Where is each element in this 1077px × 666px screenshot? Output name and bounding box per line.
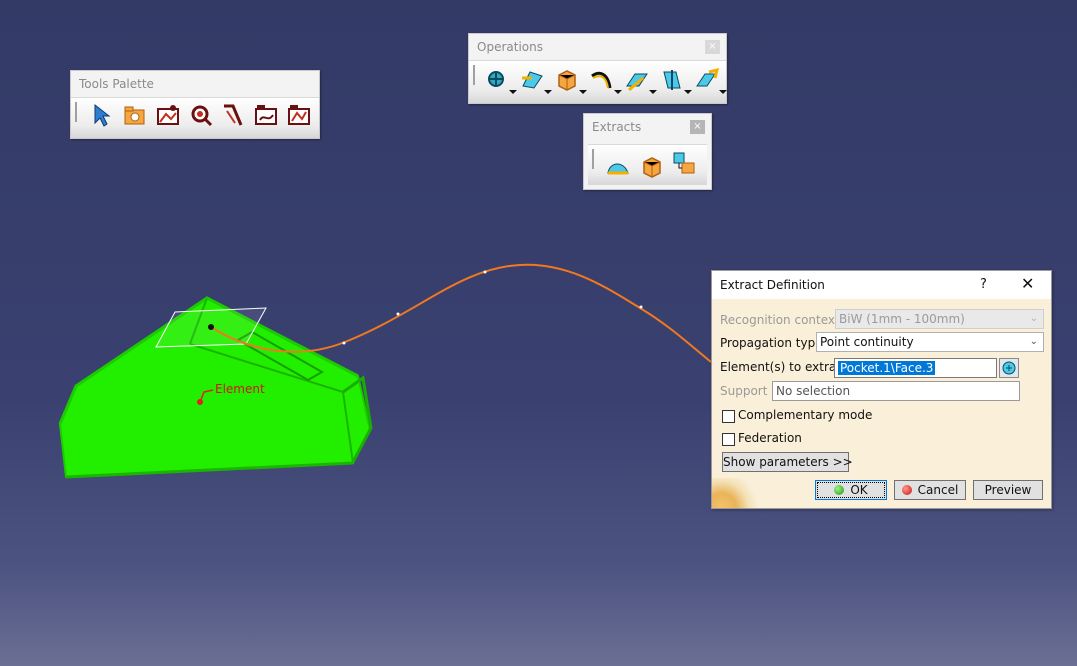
element-label: Element [215, 382, 265, 396]
multiple-extract-icon[interactable] [670, 149, 698, 177]
ok-button[interactable]: OK [815, 480, 887, 500]
curve-feature-icon[interactable] [285, 101, 313, 129]
recognition-context-label: Recognition context: [720, 313, 844, 327]
ok-label: OK [850, 483, 868, 497]
help-icon[interactable]: ? [980, 277, 987, 292]
cancel-button[interactable]: Cancel [894, 480, 966, 500]
operations-title[interactable]: Operations × [469, 34, 726, 60]
extracts-body [588, 144, 707, 185]
extrapolate-icon[interactable] [693, 66, 727, 94]
propagation-type-label: Propagation type: [720, 336, 827, 350]
elements-to-extract-value: Pocket.1\Face.3 [838, 361, 936, 375]
globe-icon [712, 478, 760, 508]
support-field[interactable]: No selection [772, 381, 1020, 401]
boundary-icon[interactable] [604, 153, 632, 181]
propagation-type-select[interactable]: Point continuity ⌄ [816, 332, 1044, 352]
toolbar-grip[interactable] [592, 149, 594, 169]
extract-image-icon[interactable] [154, 101, 182, 129]
tools-palette[interactable]: Tools Palette [70, 70, 320, 139]
recognition-context-select: BiW (1mm - 100mm) ⌄ [835, 309, 1044, 329]
operations-body [469, 60, 727, 103]
healing-icon[interactable] [518, 66, 552, 94]
extract-definition-dialog[interactable]: Extract Definition ? ✕ Recognition conte… [711, 270, 1052, 509]
cancel-icon [901, 485, 912, 495]
operations-title-text: Operations [477, 40, 543, 54]
support-label: Support : [720, 384, 776, 398]
dialog-titlebar[interactable]: Extract Definition ? ✕ [712, 271, 1051, 299]
fillet-icon[interactable] [588, 66, 622, 94]
tools-palette-title[interactable]: Tools Palette [71, 71, 319, 97]
extract-icon[interactable] [553, 66, 587, 94]
ok-icon [834, 485, 845, 495]
chevron-down-icon[interactable] [544, 90, 552, 94]
selection-list-icon[interactable] [999, 358, 1019, 378]
search-icon[interactable] [187, 101, 215, 129]
close-icon[interactable]: × [690, 120, 705, 134]
chevron-down-icon[interactable] [649, 90, 657, 94]
support-value: No selection [776, 384, 851, 398]
toolbar-grip[interactable] [473, 65, 475, 85]
open-folder-icon[interactable] [121, 101, 149, 129]
dialog-title: Extract Definition [720, 278, 825, 292]
elements-to-extract-field[interactable]: Pocket.1\Face.3 [834, 358, 997, 378]
complementary-mode-label[interactable]: Complementary mode [738, 408, 872, 422]
federation-label[interactable]: Federation [738, 431, 802, 445]
cancel-label: Cancel [917, 483, 959, 497]
join-icon[interactable] [483, 66, 517, 94]
chevron-down-icon[interactable]: ⌄ [1030, 333, 1038, 351]
tools-palette-body [71, 97, 319, 138]
chevron-down-icon[interactable] [684, 90, 692, 94]
translate-icon[interactable] [623, 66, 657, 94]
chevron-down-icon[interactable] [579, 90, 587, 94]
elements-to-extract-label: Element(s) to extract [720, 360, 848, 374]
close-icon[interactable]: × [705, 40, 720, 54]
curve-start-point [208, 324, 214, 330]
bend-arrow-icon[interactable] [219, 101, 247, 129]
extract-icon[interactable] [638, 153, 666, 181]
recognition-context-value: BiW (1mm - 100mm) [839, 312, 965, 326]
close-icon[interactable]: ✕ [1021, 274, 1034, 293]
complementary-mode-checkbox[interactable] [722, 410, 735, 423]
extracts-title-text: Extracts [592, 120, 642, 134]
extracts-title[interactable]: Extracts × [584, 114, 711, 140]
chevron-down-icon[interactable] [719, 90, 727, 94]
operations-toolbar[interactable]: Operations × [468, 33, 727, 104]
preview-button[interactable]: Preview [973, 480, 1043, 500]
federation-checkbox[interactable] [722, 433, 735, 446]
propagation-type-value: Point continuity [820, 335, 914, 349]
chevron-down-icon[interactable] [509, 90, 517, 94]
chevron-down-icon: ⌄ [1029, 313, 1038, 324]
show-parameters-button[interactable]: Show parameters >> [722, 452, 853, 472]
select-mode-icon[interactable] [87, 101, 115, 129]
toolbar-grip[interactable] [75, 102, 77, 122]
split-icon[interactable] [658, 66, 692, 94]
chevron-down-icon[interactable] [614, 90, 622, 94]
extracts-toolbar[interactable]: Extracts × [583, 113, 712, 190]
axis-system-icon[interactable] [252, 101, 280, 129]
